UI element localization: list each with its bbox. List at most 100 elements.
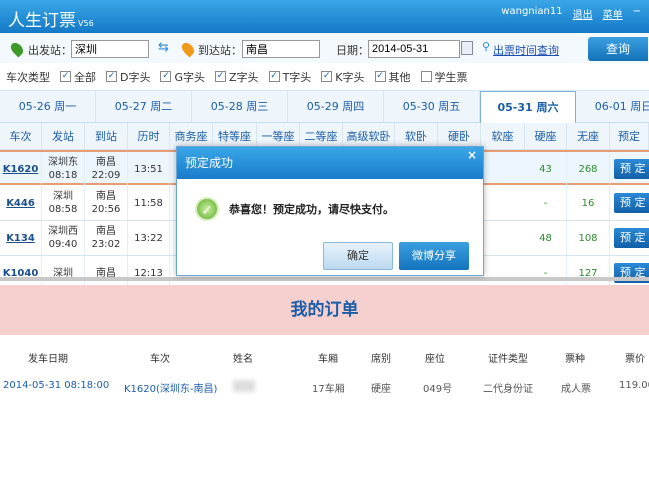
order-column-header: 车厢 — [318, 354, 338, 365]
order-column-header: 证件类型 — [488, 354, 528, 365]
filter-student[interactable]: 学生票 — [420, 69, 468, 85]
swap-icon[interactable]: ⇆ — [158, 40, 169, 55]
train-number-link[interactable]: K134 — [6, 232, 35, 245]
filter-t[interactable]: ✓ T字头 — [268, 69, 312, 85]
tab-05-30[interactable]: 05-30 周五 — [384, 91, 480, 122]
ticket-time-query-link[interactable]: 出票时间查询 — [493, 42, 559, 58]
table-cell: 深圳 08:58 — [42, 186, 85, 220]
filter-d[interactable]: ✓ D字头 — [106, 69, 150, 85]
tab-05-28[interactable]: 05-28 周三 — [192, 91, 288, 122]
train-type-filters: 车次类型 ✓ 全部 ✓ D字头 ✓ G字头 ✓ Z字头 ✓ T字头 ✓ K字头 ✓ 其他 学生… — [0, 63, 649, 90]
menu-link[interactable]: 菜单 — [603, 6, 623, 21]
check-icon: ✓ — [195, 197, 219, 221]
departure-time: 09:40 — [48, 239, 78, 250]
table-cell: K1620 — [0, 152, 42, 186]
filter-all[interactable]: ✓ 全部 — [60, 69, 96, 85]
book-button[interactable]: 预 定 — [614, 193, 649, 213]
departure-time: 08:58 — [48, 204, 78, 215]
table-cell: 13:51 — [128, 152, 170, 186]
checkbox-icon[interactable]: ✓ — [215, 71, 227, 82]
no-seat-count: 16 — [581, 197, 595, 209]
blurred-name — [233, 380, 255, 392]
column-header: 发站 — [42, 123, 85, 150]
date-input[interactable] — [368, 40, 460, 58]
order-seat-class: 硬座 — [371, 384, 391, 395]
order-ticket-type: 成人票 — [561, 384, 591, 395]
checkbox-icon[interactable]: ✓ — [268, 71, 280, 82]
close-icon[interactable]: × — [465, 147, 479, 163]
hard-seat-count: 48 — [539, 232, 552, 244]
train-number-link[interactable]: K1620 — [3, 163, 39, 176]
tab-05-27[interactable]: 05-27 周二 — [96, 91, 192, 122]
table-cell: 南昌 23:02 — [85, 221, 128, 255]
book-button[interactable]: 预 定 — [614, 228, 649, 248]
query-button[interactable]: 查询 — [588, 37, 648, 61]
table-cell: - — [525, 186, 567, 220]
table-cell: 16 — [567, 186, 610, 220]
location-pin-icon — [8, 40, 26, 58]
checkbox-icon[interactable]: ✓ — [374, 71, 386, 82]
tab-05-31[interactable]: 05-31 周六 — [480, 91, 576, 124]
table-cell: K446 — [0, 186, 42, 220]
train-number-link[interactable]: K446 — [6, 197, 35, 210]
table-cell: 13:22 — [128, 221, 170, 255]
checkbox-icon[interactable]: ✓ — [60, 71, 71, 82]
to-station: 南昌 — [96, 157, 116, 168]
train-type-label: 车次类型 — [6, 70, 50, 84]
filter-label: 全部 — [74, 70, 96, 84]
logout-link[interactable]: 退出 — [573, 6, 593, 21]
tab-05-29[interactable]: 05-29 周四 — [288, 91, 384, 122]
filter-label: Z字头 — [229, 70, 259, 84]
arrival-time: 22:09 — [91, 170, 121, 181]
no-seat-count: 108 — [578, 232, 598, 244]
calendar-icon[interactable] — [461, 41, 473, 55]
checkbox-icon[interactable]: ✓ — [160, 71, 172, 82]
checkbox-icon[interactable]: ✓ — [321, 71, 333, 82]
minimize-button[interactable]: − — [633, 6, 641, 21]
filter-label: G字头 — [174, 70, 206, 84]
filter-k[interactable]: ✓ K字头 — [321, 69, 365, 85]
duration: 13:22 — [134, 232, 163, 244]
date-tabs: 05-26 周一 05-27 周二 05-28 周三 05-29 周四 05-3… — [0, 90, 649, 124]
order-column-header: 姓名 — [233, 354, 253, 365]
tab-06-01[interactable]: 06-01 周日 — [576, 91, 649, 122]
from-station: 深圳 — [53, 191, 73, 202]
table-cell: 南昌 22:09 — [85, 152, 128, 186]
column-header: 到站 — [85, 123, 128, 150]
search-bar: 出发站： ⇆ 到达站： 日期： ⚲ 出票时间查询 — [0, 33, 649, 63]
column-header: 历时 — [128, 123, 170, 150]
filter-g[interactable]: ✓ G字头 — [160, 69, 205, 85]
checkbox-icon[interactable] — [420, 71, 432, 82]
order-column-header: 发车日期 — [28, 354, 68, 365]
hard-seat-count: 43 — [539, 163, 552, 175]
to-label: 到达站： — [198, 44, 242, 57]
from-station: 深圳西 — [48, 226, 78, 237]
book-button[interactable]: 预 定 — [614, 159, 649, 179]
filter-z[interactable]: ✓ Z字头 — [215, 69, 259, 85]
user-bar: wangnian11 退出 菜单 − — [501, 6, 641, 21]
order-date: 2014-05-31 08:18:00 — [3, 380, 110, 391]
from-station-input[interactable] — [71, 40, 149, 58]
table-cell: 南昌 20:56 — [85, 186, 128, 220]
arrival-time: 23:02 — [91, 239, 121, 250]
dialog-message: 恭喜您！预定成功，请尽快支付。 — [229, 203, 394, 216]
ok-button[interactable]: 确定 — [323, 242, 393, 270]
to-station-input[interactable] — [242, 40, 320, 58]
table-cell: 11:58 — [128, 186, 170, 220]
tab-05-26[interactable]: 05-26 周一 — [0, 91, 96, 122]
title-bar: 人生订票 V56 wangnian11 退出 菜单 − — [0, 0, 649, 33]
checkbox-icon[interactable]: ✓ — [106, 71, 117, 82]
weibo-share-button[interactable]: 微博分享 — [399, 242, 469, 270]
duration: 11:58 — [134, 197, 163, 209]
no-seat-count: 268 — [578, 163, 598, 175]
app-version: V56 — [78, 19, 94, 28]
table-cell: 108 — [567, 221, 610, 255]
column-header: 车次 — [0, 123, 42, 150]
order-car: 17车厢 — [312, 384, 345, 395]
from-station: 深圳东 — [48, 157, 78, 168]
table-cell: 268 — [567, 152, 610, 186]
table-cell: K134 — [0, 221, 42, 255]
filter-other[interactable]: ✓ 其他 — [374, 69, 411, 85]
to-station: 南昌 — [96, 191, 116, 202]
filter-label: T字头 — [282, 70, 312, 84]
